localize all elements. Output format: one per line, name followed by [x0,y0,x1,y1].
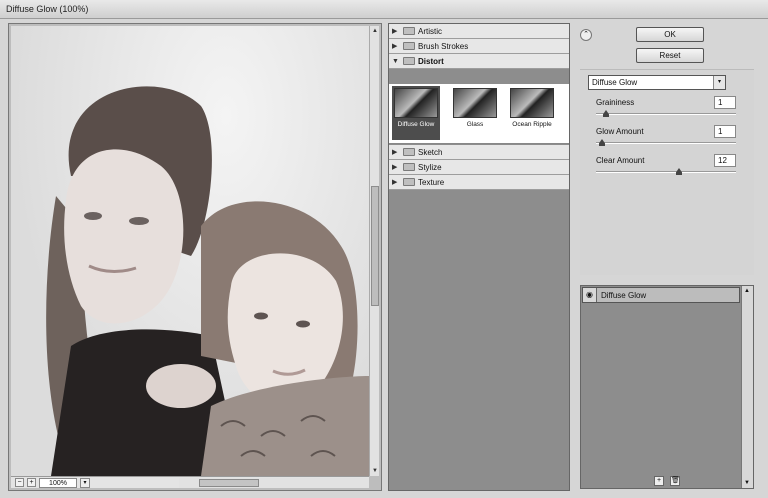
thumbnail-label: Ocean Ripple [512,121,552,128]
expand-triangle-icon[interactable]: ▶ [392,148,400,156]
layer-actions: + 🗑 [654,476,680,486]
param-label: Glow Amount [596,127,644,136]
scroll-down-icon[interactable]: ▼ [744,480,750,486]
filter-gallery: ▶ Artistic ▶ Brush Strokes ▼ Distort Dif… [388,23,570,491]
effect-layer-diffuse-glow[interactable]: ◉ Diffuse Glow [582,287,740,303]
preview-horizontal-scrollbar[interactable] [179,478,369,488]
distort-thumbnails: Diffuse Glow Glass Ocean Ripple [389,84,569,144]
filter-gallery-dialog: ▲ ▼ − + 100% ▾ ▶ Artistic ▶ Brush Stroke… [0,19,768,498]
zoom-out-button[interactable]: − [15,478,24,487]
hscroll-thumb[interactable] [199,479,259,487]
graininess-input[interactable]: 1 [714,96,736,109]
category-label: Distort [418,56,444,66]
zoom-dropdown-icon[interactable]: ▾ [80,477,90,488]
category-sketch[interactable]: ▶ Sketch [389,145,569,160]
new-effect-layer-icon[interactable]: + [654,476,664,486]
preview-pane[interactable]: ▲ ▼ − + 100% ▾ [8,23,382,491]
category-brush-strokes[interactable]: ▶ Brush Strokes [389,39,569,54]
category-distort[interactable]: ▼ Distort [389,54,569,69]
window-title: Diffuse Glow (100%) [0,0,768,19]
category-label: Artistic [418,26,442,36]
param-label: Clear Amount [596,156,645,165]
scroll-up-icon[interactable]: ▲ [371,27,379,35]
expand-triangle-icon[interactable]: ▶ [392,42,400,50]
expand-triangle-icon[interactable]: ▶ [392,178,400,186]
category-label: Sketch [418,147,443,157]
layers-scrollbar[interactable]: ▲ ▼ [741,286,753,488]
thumbnail-image [394,88,438,118]
glow-amount-slider-knob[interactable] [599,139,605,146]
thumb-ocean-ripple[interactable]: Ocean Ripple [508,88,556,134]
chevron-down-icon[interactable]: ▾ [713,76,725,89]
folder-icon [403,178,415,186]
thumbnail-image [453,88,497,118]
scroll-thumb[interactable] [371,186,379,306]
filter-select-value: Diffuse Glow [592,78,638,87]
filter-select[interactable]: Diffuse Glow ▾ [588,75,726,90]
scroll-down-icon[interactable]: ▼ [371,467,379,475]
thumbnail-label: Diffuse Glow [397,121,435,128]
effect-layers-panel: ◉ Diffuse Glow ▲ ▼ [580,285,754,489]
param-label: Graininess [596,98,635,107]
clear-amount-slider-track[interactable] [596,171,736,173]
folder-icon [403,27,415,35]
category-label: Texture [418,177,445,187]
photo-drawing [46,86,369,476]
category-artistic[interactable]: ▶ Artistic [389,24,569,39]
preview-image[interactable] [11,26,369,476]
param-glow-amount: Glow Amount 1 [596,125,736,149]
thumbnail-image [510,88,554,118]
reset-button[interactable]: Reset [636,48,704,63]
zoom-level[interactable]: 100% [39,477,77,488]
eye-icon[interactable]: ◉ [583,288,597,302]
category-stylize[interactable]: ▶ Stylize [389,160,569,175]
thumb-diffuse-glow[interactable]: Diffuse Glow [392,86,440,140]
category-label: Brush Strokes [418,41,469,51]
thumbnail-label: Glass [466,121,484,128]
glow-amount-input[interactable]: 1 [714,125,736,138]
clear-amount-slider-knob[interactable] [676,168,682,175]
expand-triangle-icon[interactable]: ▶ [392,27,400,35]
folder-icon [403,148,415,156]
thumb-glass[interactable]: Glass [451,88,499,134]
graininess-slider-track[interactable] [596,113,736,115]
zoom-in-button[interactable]: + [27,478,36,487]
param-graininess: Graininess 1 [596,96,736,120]
delete-layer-icon[interactable]: 🗑 [670,476,680,486]
category-texture[interactable]: ▶ Texture [389,175,569,190]
collapse-triangle-icon[interactable]: ▼ [392,58,400,65]
category-label: Stylize [418,162,442,172]
expand-triangle-icon[interactable]: ▶ [392,163,400,171]
preview-vertical-scrollbar[interactable]: ▲ ▼ [369,26,379,476]
graininess-slider-knob[interactable] [603,110,609,117]
param-clear-amount: Clear Amount 12 [596,154,736,178]
folder-icon [403,163,415,171]
glow-amount-slider-track[interactable] [596,142,736,144]
scroll-up-icon[interactable]: ▲ [744,288,750,294]
clear-amount-input[interactable]: 12 [714,154,736,167]
collapse-gallery-button[interactable]: ⌃ [580,29,592,41]
folder-icon [403,42,415,50]
layer-label: Diffuse Glow [601,290,647,300]
folder-icon [403,57,415,65]
ok-button[interactable]: OK [636,27,704,42]
filter-settings-panel: Diffuse Glow ▾ Graininess 1 Glow Amount … [580,69,754,275]
